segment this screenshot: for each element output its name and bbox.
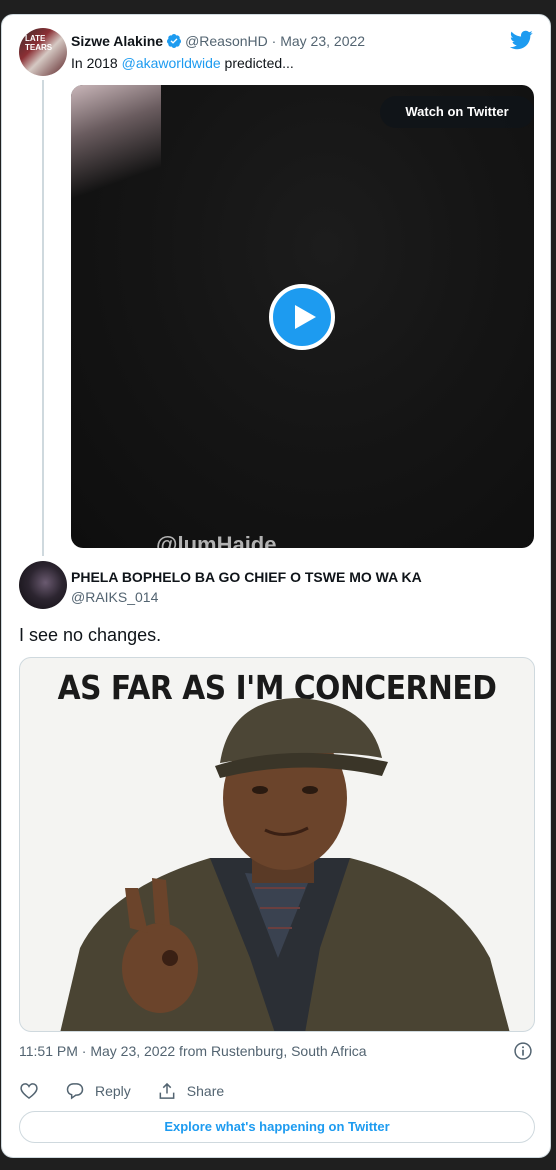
heart-icon	[20, 1083, 38, 1100]
quoted-handle[interactable]: @ReasonHD	[185, 33, 268, 49]
man-in-cap-illustration	[60, 698, 510, 1031]
reply-tweet-text: I see no changes.	[19, 625, 162, 645]
tweet-embed-card: LATE TEARS Sizwe Alakine @ReasonHD · May 2…	[1, 14, 551, 1158]
reply-button[interactable]: Reply	[65, 1081, 131, 1101]
explore-twitter-button[interactable]: Explore what's happening on Twitter	[19, 1111, 535, 1143]
reply-author-handle[interactable]: @RAIKS_014	[71, 587, 158, 607]
video-frame-highlight	[71, 85, 161, 205]
share-upload-icon	[159, 1082, 175, 1099]
quoted-text-suffix: predicted...	[220, 55, 294, 71]
watch-on-twitter-button[interactable]: Watch on Twitter	[380, 96, 534, 128]
video-player[interactable]: @lumHaide Watch on Twitter	[71, 85, 534, 548]
reply-author-name[interactable]: PHELA BOPHELO BA GO CHIEF O TSWE MO WA K…	[71, 567, 422, 587]
reply-label: Reply	[95, 1083, 131, 1099]
twitter-bird-icon[interactable]	[509, 28, 533, 52]
quoted-tweet-text: In 2018 @akaworldwide predicted...	[71, 53, 294, 73]
mention-link[interactable]: @akaworldwide	[122, 55, 221, 71]
like-button[interactable]	[19, 1081, 39, 1101]
play-button[interactable]	[269, 284, 335, 350]
share-label: Share	[186, 1083, 225, 1099]
video-watermark: @lumHaide	[156, 532, 277, 548]
quoted-author-row: Sizwe Alakine @ReasonHD · May 23, 2022	[71, 31, 365, 51]
tweet-actions: Reply Share	[19, 1079, 250, 1103]
quoted-author-name[interactable]: Sizwe Alakine	[71, 33, 163, 49]
play-icon	[295, 305, 316, 329]
quoted-date[interactable]: May 23, 2022	[280, 33, 365, 49]
tweet-timestamp[interactable]: 11:51 PM · May 23, 2022 from Rustenburg,…	[19, 1041, 367, 1061]
thread-connector-line	[42, 80, 44, 556]
quoted-text-prefix: In 2018	[71, 55, 122, 71]
verified-badge-icon	[167, 34, 182, 48]
share-button[interactable]: Share	[157, 1081, 224, 1101]
reply-author-avatar[interactable]	[19, 561, 67, 609]
attached-image[interactable]: AS FAR AS I'M CONCERNED	[19, 657, 535, 1032]
reply-bubble-icon	[66, 1083, 84, 1100]
info-icon[interactable]	[513, 1041, 533, 1061]
quoted-author-avatar[interactable]: LATE TEARS	[19, 28, 67, 76]
